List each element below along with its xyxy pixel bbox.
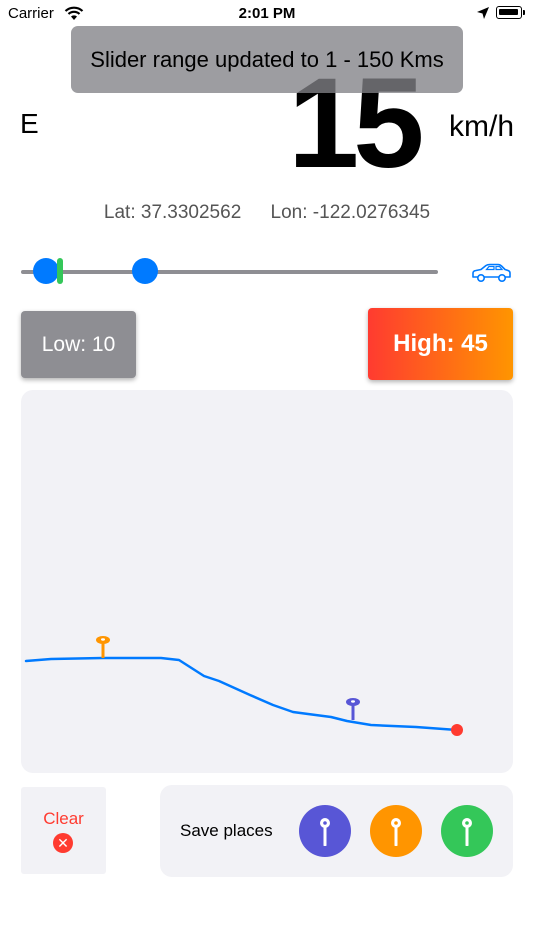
status-bar: Carrier 2:01 PM <box>0 0 534 28</box>
longitude-label: Lon: -122.0276345 <box>270 202 431 223</box>
high-speed-thumb[interactable] <box>132 258 158 284</box>
save-places-panel: Save places <box>160 785 513 877</box>
clear-label: Clear <box>43 809 84 828</box>
low-speed-button[interactable]: Low: 10 <box>21 311 136 378</box>
car-icon[interactable] <box>470 262 512 284</box>
save-purple-place-button[interactable] <box>299 805 351 857</box>
speed-range-track[interactable] <box>21 270 438 274</box>
map-pin-icon <box>320 818 330 846</box>
toast-message: Slider range updated to 1 - 150 Kms <box>71 26 463 93</box>
clear-button[interactable]: Clear ✕ <box>21 787 106 874</box>
heading-label: E <box>20 108 39 139</box>
route-svg <box>24 636 463 736</box>
save-places-label: Save places <box>180 821 273 840</box>
location-arrow-icon <box>477 7 489 19</box>
low-speed-thumb[interactable] <box>33 258 59 284</box>
high-speed-button[interactable]: High: 45 <box>368 308 513 380</box>
purple-pin-icon[interactable] <box>346 698 360 720</box>
route-line <box>24 656 459 732</box>
speed-unit: km/h <box>449 110 515 143</box>
orange-pin-icon[interactable] <box>96 636 110 658</box>
battery-tip <box>523 10 525 15</box>
map-pin-icon <box>462 818 472 846</box>
map-pin-icon <box>391 818 401 846</box>
save-orange-place-button[interactable] <box>370 805 422 857</box>
current-speed-marker <box>57 258 63 284</box>
coordinates: Lat: 37.3302562 Lon: -122.0276345 <box>0 202 534 224</box>
battery-icon <box>496 6 522 19</box>
latitude-label: Lat: 37.3302562 <box>103 202 242 223</box>
route-map[interactable] <box>21 390 513 773</box>
route-end-marker <box>451 724 463 736</box>
save-green-place-button[interactable] <box>441 805 493 857</box>
status-time: 2:01 PM <box>238 5 296 22</box>
clear-x-icon: ✕ <box>53 833 73 853</box>
